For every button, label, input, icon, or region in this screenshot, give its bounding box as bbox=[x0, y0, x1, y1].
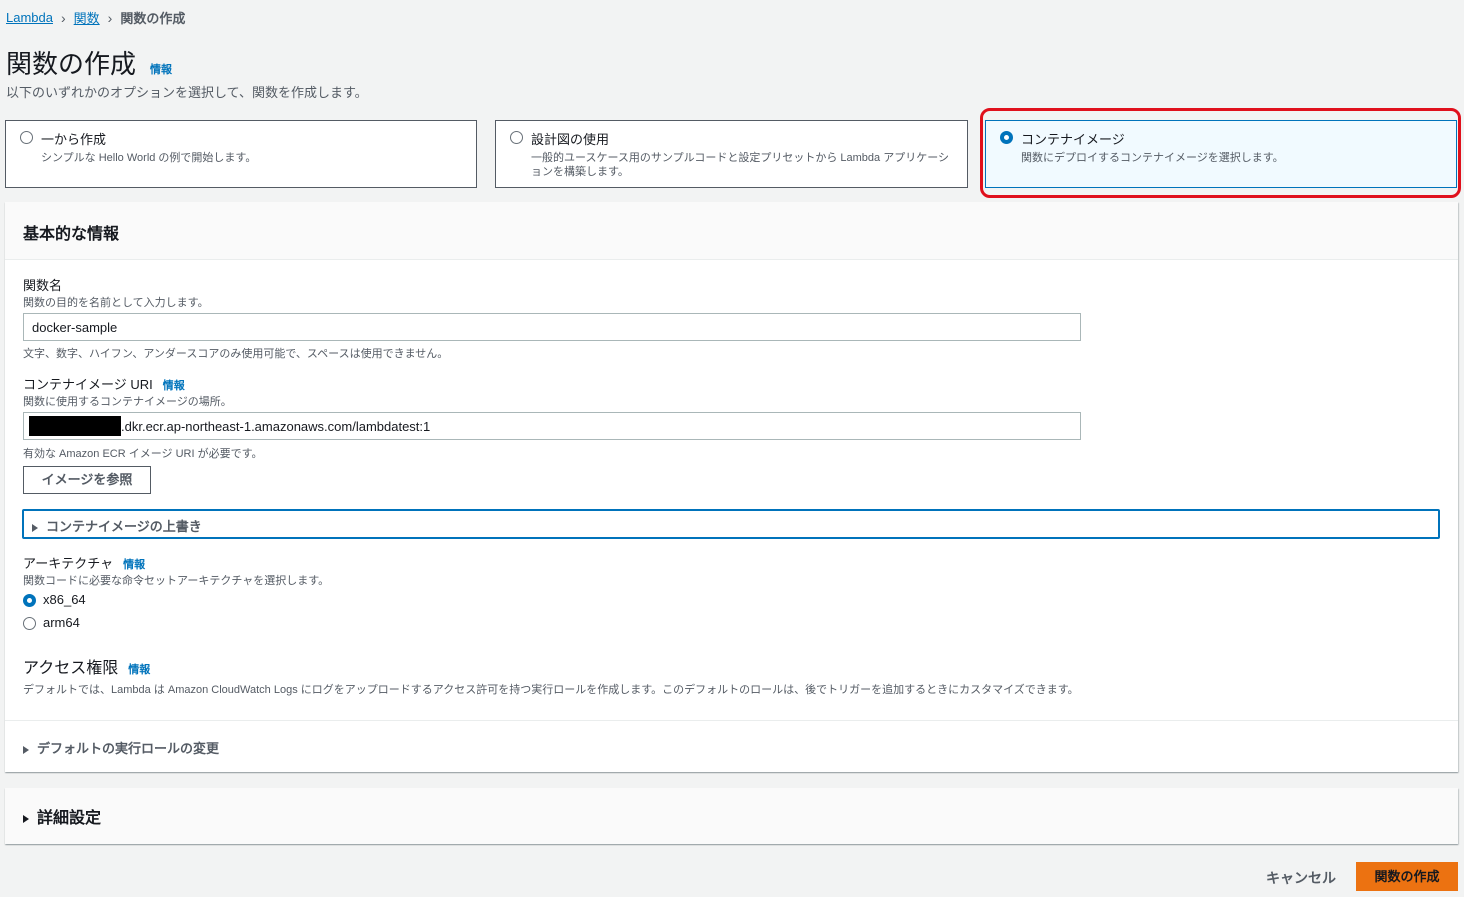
caret-right-icon bbox=[32, 523, 38, 532]
function-name-input[interactable]: docker-sample bbox=[23, 313, 1081, 341]
breadcrumb-functions-link[interactable]: 関数 bbox=[74, 8, 100, 27]
container-image-overrides-expander[interactable]: コンテナイメージの上書き bbox=[22, 509, 1440, 539]
advanced-settings-label: 詳細設定 bbox=[37, 810, 102, 827]
redaction-block bbox=[29, 416, 121, 437]
page-subtitle: 以下のいずれかのオプションを選択して、関数を作成します。 bbox=[6, 85, 368, 100]
divider bbox=[5, 720, 1458, 721]
image-uri-input[interactable]: .dkr.ecr.ap-northeast-1.amazonaws.com/la… bbox=[23, 412, 1081, 440]
chevron-right-icon: › bbox=[107, 9, 113, 26]
radio-blueprint[interactable] bbox=[510, 131, 523, 144]
breadcrumb: Lambda › 関数 › 関数の作成 bbox=[6, 8, 185, 27]
function-name-value: docker-sample bbox=[32, 320, 118, 335]
radio-author-from-scratch[interactable] bbox=[20, 131, 33, 144]
image-uri-info-link[interactable]: 情報 bbox=[163, 380, 185, 392]
permissions-desc: デフォルトでは、Lambda は Amazon CloudWatch Logs … bbox=[23, 684, 1079, 696]
cancel-button[interactable]: キャンセル bbox=[1266, 868, 1336, 888]
image-uri-hint: 有効な Amazon ECR イメージ URI が必要です。 bbox=[23, 448, 263, 460]
image-uri-value: .dkr.ecr.ap-northeast-1.amazonaws.com/la… bbox=[121, 419, 431, 434]
radio-arm64[interactable] bbox=[23, 617, 36, 630]
architecture-label: アーキテクチャ bbox=[23, 556, 114, 571]
basic-info-panel: 基本的な情報 関数名 関数の目的を名前として入力します。 docker-samp… bbox=[5, 202, 1458, 772]
chevron-right-icon: › bbox=[60, 9, 66, 26]
function-name-label: 関数名 bbox=[23, 278, 63, 293]
option-desc: 一般的ユースケース用のサンプルコードと設定プリセットから Lambda アプリケ… bbox=[531, 152, 949, 178]
architecture-option-label: arm64 bbox=[43, 615, 80, 630]
caret-right-icon bbox=[23, 814, 29, 823]
caret-right-icon bbox=[23, 745, 29, 754]
option-blueprint[interactable]: 設計図の使用 一般的ユースケース用のサンプルコードと設定プリセットから Lamb… bbox=[495, 120, 968, 188]
change-default-role-expander[interactable]: デフォルトの実行ロールの変更 bbox=[23, 738, 219, 757]
architecture-option-arm64[interactable]: arm64 bbox=[23, 615, 80, 630]
change-role-label: デフォルトの実行ロールの変更 bbox=[37, 741, 220, 756]
image-uri-desc: 関数に使用するコンテナイメージの場所。 bbox=[23, 396, 232, 408]
override-label: コンテナイメージの上書き bbox=[46, 519, 202, 534]
advanced-settings-panel[interactable]: 詳細設定 bbox=[5, 788, 1458, 844]
browse-images-button[interactable]: イメージを参照 bbox=[23, 466, 151, 494]
page-title: 関数の作成 bbox=[6, 49, 137, 79]
title-row: 関数の作成 情報 bbox=[6, 44, 172, 81]
permissions-heading-row: アクセス権限 情報 bbox=[23, 654, 150, 678]
architecture-option-x86[interactable]: x86_64 bbox=[23, 592, 86, 607]
red-highlight-annotation bbox=[980, 108, 1461, 198]
permissions-heading: アクセス権限 bbox=[23, 660, 119, 677]
radio-x86[interactable] bbox=[23, 594, 36, 607]
architecture-info-link[interactable]: 情報 bbox=[123, 559, 145, 571]
breadcrumb-lambda-link[interactable]: Lambda bbox=[6, 10, 53, 25]
permissions-info-link[interactable]: 情報 bbox=[128, 664, 150, 676]
option-title: 一から作成 bbox=[41, 132, 107, 147]
image-uri-label: コンテナイメージ URI bbox=[23, 377, 153, 392]
title-info-link[interactable]: 情報 bbox=[150, 61, 172, 77]
advanced-settings-header[interactable]: 詳細設定 bbox=[5, 788, 1458, 844]
option-title: 設計図の使用 bbox=[531, 132, 610, 147]
architecture-label-row: アーキテクチャ 情報 bbox=[23, 553, 145, 572]
image-uri-label-row: コンテナイメージ URI 情報 bbox=[23, 374, 185, 393]
function-name-hint: 文字、数字、ハイフン、アンダースコアのみ使用可能で、スペースは使用できません。 bbox=[23, 348, 449, 360]
option-author-from-scratch[interactable]: 一から作成 シンプルな Hello World の例で開始します。 bbox=[5, 120, 477, 188]
create-function-button[interactable]: 関数の作成 bbox=[1356, 862, 1458, 891]
function-name-desc: 関数の目的を名前として入力します。 bbox=[23, 297, 209, 309]
basic-info-header: 基本的な情報 bbox=[5, 202, 1458, 260]
option-desc: シンプルな Hello World の例で開始します。 bbox=[41, 152, 257, 164]
breadcrumb-current: 関数の作成 bbox=[120, 11, 186, 26]
architecture-desc: 関数コードに必要な命令セットアーキテクチャを選択します。 bbox=[23, 575, 330, 587]
architecture-option-label: x86_64 bbox=[43, 592, 86, 607]
